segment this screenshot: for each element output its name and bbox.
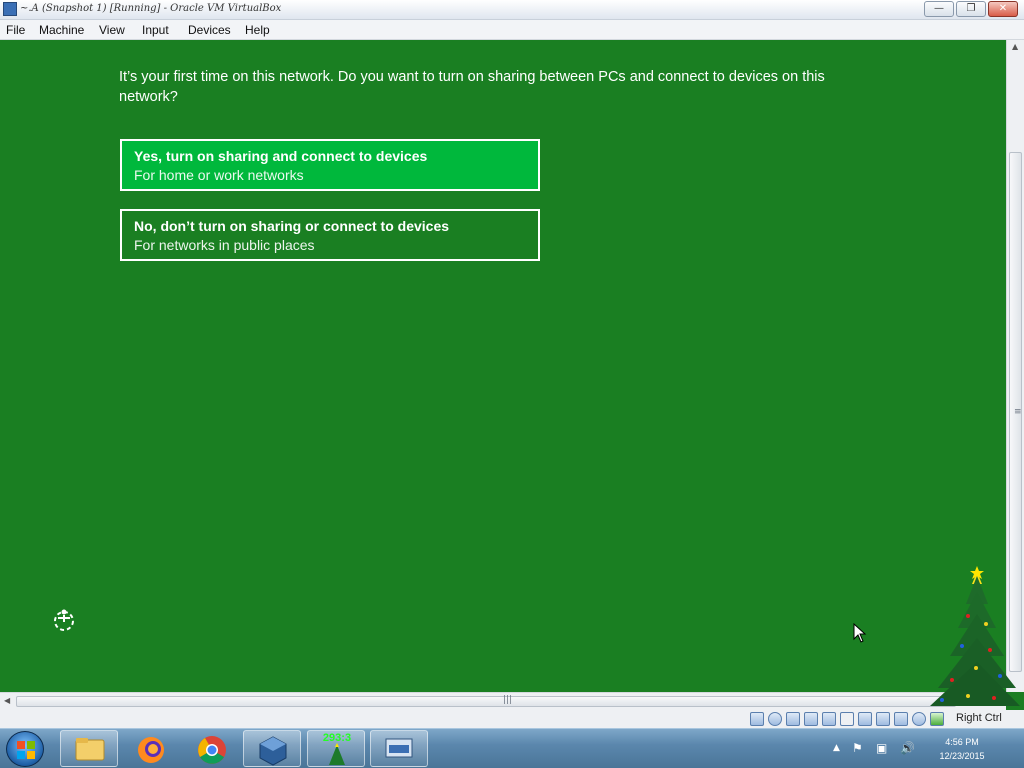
hard-disk-icon[interactable] — [750, 712, 764, 726]
show-hidden-icons-icon[interactable]: ▲ — [833, 743, 840, 753]
cpu-icon[interactable] — [894, 712, 908, 726]
keyboard-icon — [385, 738, 413, 758]
title-bar: ~.A (Snapshot 1) [Running] - Oracle VM V… — [0, 0, 1024, 20]
window-title: ~.A (Snapshot 1) [Running] - Oracle VM V… — [20, 3, 282, 14]
firefox-icon — [138, 737, 164, 763]
video-capture-icon[interactable] — [876, 712, 890, 726]
host-key-icon[interactable] — [930, 712, 944, 726]
clock-time: 4:56 PM — [945, 737, 979, 747]
horizontal-scrollbar[interactable]: ◀ ||| — [0, 692, 1006, 710]
chrome-icon — [198, 736, 226, 764]
volume-icon[interactable]: 🔊 — [900, 741, 915, 755]
virtualbox-icon — [259, 736, 287, 766]
taskbar-tree-counter[interactable]: 293:3 — [307, 730, 365, 767]
windows-logo-icon — [17, 741, 35, 759]
shared-folders-icon[interactable] — [840, 712, 854, 726]
ease-of-access-icon[interactable] — [50, 606, 78, 634]
virtualbox-icon — [3, 2, 17, 16]
option-subtitle: For home or work networks — [134, 167, 304, 183]
display-icon[interactable] — [858, 712, 872, 726]
system-clock[interactable]: 4:56 PM 12/23/2015 — [932, 735, 992, 763]
menu-view[interactable]: View — [99, 23, 125, 37]
option-title: Yes, turn on sharing and connect to devi… — [134, 148, 428, 164]
folder-icon — [75, 738, 105, 761]
option-subtitle: For networks in public places — [134, 237, 315, 253]
vm-window: ~.A (Snapshot 1) [Running] - Oracle VM V… — [0, 0, 1024, 768]
taskbar: 293:3 ▲ ⚑ ▣ 🔊 4:56 PM 12/23/2015 — [0, 728, 1024, 768]
taskbar-explorer[interactable] — [60, 730, 118, 767]
option-title: No, don’t turn on sharing or connect to … — [134, 218, 450, 234]
menu-help[interactable]: Help — [245, 23, 270, 37]
network-icon[interactable] — [804, 712, 818, 726]
grip-icon: ||| — [503, 695, 513, 705]
taskbar-virtualbox[interactable] — [243, 730, 301, 767]
horizontal-scroll-thumb[interactable]: ||| — [16, 695, 956, 707]
tree-icon — [329, 743, 345, 765]
start-button[interactable] — [6, 731, 44, 767]
action-center-flag-icon[interactable]: ⚑ — [852, 741, 863, 755]
network-status-icon[interactable]: ▣ — [876, 741, 887, 755]
usb-icon[interactable] — [822, 712, 836, 726]
sharing-no-option[interactable]: No, don’t turn on sharing or connect to … — [120, 209, 540, 261]
menu-machine[interactable]: Machine — [39, 23, 84, 37]
vm-status-bar: Right Ctrl — [0, 710, 1024, 728]
grip-icon: ≡ — [1014, 407, 1022, 417]
menu-bar: File Machine View Input Devices Help — [0, 20, 1024, 40]
menu-input[interactable]: Input — [142, 23, 169, 37]
mouse-integration-icon[interactable] — [912, 712, 926, 726]
audio-icon[interactable] — [786, 712, 800, 726]
optical-drive-icon[interactable] — [768, 712, 782, 726]
sharing-yes-option[interactable]: Yes, turn on sharing and connect to devi… — [120, 139, 540, 191]
scroll-left-arrow-icon[interactable]: ◀ — [4, 696, 10, 705]
taskbar-firefox[interactable] — [121, 730, 179, 767]
close-button[interactable]: ✕ — [988, 1, 1018, 17]
host-key-label: Right Ctrl — [956, 712, 1002, 724]
taskbar-keyboard-app[interactable] — [370, 730, 428, 767]
menu-file[interactable]: File — [6, 23, 25, 37]
network-question: It’s your first time on this network. Do… — [119, 69, 825, 105]
menu-devices[interactable]: Devices — [188, 23, 231, 37]
taskbar-chrome[interactable] — [182, 730, 240, 767]
mouse-cursor-icon — [853, 623, 867, 643]
minimize-button[interactable]: — — [924, 1, 954, 17]
guest-screen: It’s your first time on this network. Do… — [0, 40, 1006, 692]
christmas-tree-icon — [930, 566, 1020, 706]
clock-date: 12/23/2015 — [939, 751, 985, 761]
scroll-up-arrow-icon[interactable]: ▲ — [1012, 42, 1018, 51]
restore-button[interactable]: ❐ — [956, 1, 986, 17]
